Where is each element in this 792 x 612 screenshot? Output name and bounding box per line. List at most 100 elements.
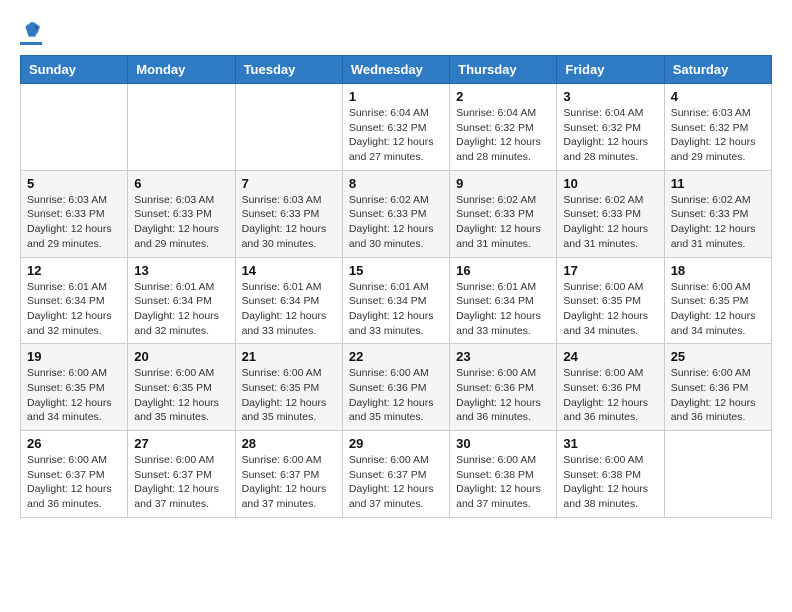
day-info: Sunrise: 6:03 AMSunset: 6:32 PMDaylight:… xyxy=(671,106,765,165)
day-number: 20 xyxy=(134,349,228,364)
header xyxy=(20,20,772,45)
day-info: Sunrise: 6:00 AMSunset: 6:36 PMDaylight:… xyxy=(349,366,443,425)
day-number: 17 xyxy=(563,263,657,278)
day-info: Sunrise: 6:01 AMSunset: 6:34 PMDaylight:… xyxy=(242,280,336,339)
calendar-cell: 30 Sunrise: 6:00 AMSunset: 6:38 PMDayligh… xyxy=(450,431,557,518)
day-info: Sunrise: 6:00 AMSunset: 6:37 PMDaylight:… xyxy=(134,453,228,512)
day-number: 4 xyxy=(671,89,765,104)
day-info: Sunrise: 6:00 AMSunset: 6:36 PMDaylight:… xyxy=(563,366,657,425)
calendar-cell: 4 Sunrise: 6:03 AMSunset: 6:32 PMDaylight… xyxy=(664,84,771,171)
day-info: Sunrise: 6:04 AMSunset: 6:32 PMDaylight:… xyxy=(563,106,657,165)
logo-text xyxy=(20,20,42,40)
day-info: Sunrise: 6:02 AMSunset: 6:33 PMDaylight:… xyxy=(456,193,550,252)
calendar-cell: 26 Sunrise: 6:00 AMSunset: 6:37 PMDayligh… xyxy=(21,431,128,518)
weekday-header-monday: Monday xyxy=(128,56,235,84)
calendar-cell: 10 Sunrise: 6:02 AMSunset: 6:33 PMDayligh… xyxy=(557,170,664,257)
day-number: 10 xyxy=(563,176,657,191)
day-info: Sunrise: 6:00 AMSunset: 6:36 PMDaylight:… xyxy=(456,366,550,425)
calendar-cell: 31 Sunrise: 6:00 AMSunset: 6:38 PMDayligh… xyxy=(557,431,664,518)
day-info: Sunrise: 6:00 AMSunset: 6:35 PMDaylight:… xyxy=(242,366,336,425)
logo xyxy=(20,20,42,45)
day-number: 13 xyxy=(134,263,228,278)
calendar-cell: 24 Sunrise: 6:00 AMSunset: 6:36 PMDayligh… xyxy=(557,344,664,431)
day-number: 1 xyxy=(349,89,443,104)
day-info: Sunrise: 6:00 AMSunset: 6:37 PMDaylight:… xyxy=(27,453,121,512)
day-info: Sunrise: 6:00 AMSunset: 6:35 PMDaylight:… xyxy=(563,280,657,339)
calendar-cell: 12 Sunrise: 6:01 AMSunset: 6:34 PMDayligh… xyxy=(21,257,128,344)
day-info: Sunrise: 6:01 AMSunset: 6:34 PMDaylight:… xyxy=(134,280,228,339)
calendar-table: SundayMondayTuesdayWednesdayThursdayFrid… xyxy=(20,55,772,518)
day-info: Sunrise: 6:00 AMSunset: 6:35 PMDaylight:… xyxy=(671,280,765,339)
calendar-week-row: 5 Sunrise: 6:03 AMSunset: 6:33 PMDaylight… xyxy=(21,170,772,257)
weekday-header-tuesday: Tuesday xyxy=(235,56,342,84)
day-number: 31 xyxy=(563,436,657,451)
weekday-header-friday: Friday xyxy=(557,56,664,84)
day-info: Sunrise: 6:00 AMSunset: 6:35 PMDaylight:… xyxy=(27,366,121,425)
day-number: 12 xyxy=(27,263,121,278)
day-number: 27 xyxy=(134,436,228,451)
calendar-cell: 16 Sunrise: 6:01 AMSunset: 6:34 PMDayligh… xyxy=(450,257,557,344)
calendar-cell: 28 Sunrise: 6:00 AMSunset: 6:37 PMDayligh… xyxy=(235,431,342,518)
day-number: 23 xyxy=(456,349,550,364)
day-number: 14 xyxy=(242,263,336,278)
calendar-cell: 22Sunrise: 6:00 AMSunset: 6:36 PMDayligh… xyxy=(342,344,449,431)
calendar-cell: 2Sunrise: 6:04 AMSunset: 6:32 PMDaylight… xyxy=(450,84,557,171)
day-number: 7 xyxy=(242,176,336,191)
weekday-header-row: SundayMondayTuesdayWednesdayThursdayFrid… xyxy=(21,56,772,84)
day-info: Sunrise: 6:01 AMSunset: 6:34 PMDaylight:… xyxy=(349,280,443,339)
calendar-cell: 9 Sunrise: 6:02 AMSunset: 6:33 PMDaylight… xyxy=(450,170,557,257)
day-number: 18 xyxy=(671,263,765,278)
day-info: Sunrise: 6:00 AMSunset: 6:38 PMDaylight:… xyxy=(563,453,657,512)
day-number: 5 xyxy=(27,176,121,191)
calendar-cell: 18 Sunrise: 6:00 AMSunset: 6:35 PMDayligh… xyxy=(664,257,771,344)
calendar-cell: 6 Sunrise: 6:03 AMSunset: 6:33 PMDaylight… xyxy=(128,170,235,257)
day-number: 11 xyxy=(671,176,765,191)
day-number: 16 xyxy=(456,263,550,278)
calendar-week-row: 26 Sunrise: 6:00 AMSunset: 6:37 PMDayligh… xyxy=(21,431,772,518)
calendar-cell: 21Sunrise: 6:00 AMSunset: 6:35 PMDayligh… xyxy=(235,344,342,431)
weekday-header-thursday: Thursday xyxy=(450,56,557,84)
calendar-cell xyxy=(128,84,235,171)
calendar-cell: 17 Sunrise: 6:00 AMSunset: 6:35 PMDayligh… xyxy=(557,257,664,344)
day-number: 30 xyxy=(456,436,550,451)
calendar-cell: 3Sunrise: 6:04 AMSunset: 6:32 PMDaylight… xyxy=(557,84,664,171)
calendar-cell: 29 Sunrise: 6:00 AMSunset: 6:37 PMDayligh… xyxy=(342,431,449,518)
day-info: Sunrise: 6:00 AMSunset: 6:38 PMDaylight:… xyxy=(456,453,550,512)
calendar-cell xyxy=(664,431,771,518)
calendar-cell: 27 Sunrise: 6:00 AMSunset: 6:37 PMDayligh… xyxy=(128,431,235,518)
day-number: 24 xyxy=(563,349,657,364)
calendar-cell: 20 Sunrise: 6:00 AMSunset: 6:35 PMDayligh… xyxy=(128,344,235,431)
day-info: Sunrise: 6:00 AMSunset: 6:35 PMDaylight:… xyxy=(134,366,228,425)
day-number: 29 xyxy=(349,436,443,451)
day-number: 15 xyxy=(349,263,443,278)
calendar-cell: 19Sunrise: 6:00 AMSunset: 6:35 PMDayligh… xyxy=(21,344,128,431)
day-number: 9 xyxy=(456,176,550,191)
day-info: Sunrise: 6:03 AMSunset: 6:33 PMDaylight:… xyxy=(134,193,228,252)
day-number: 26 xyxy=(27,436,121,451)
day-number: 8 xyxy=(349,176,443,191)
day-info: Sunrise: 6:00 AMSunset: 6:37 PMDaylight:… xyxy=(349,453,443,512)
calendar-cell: 14 Sunrise: 6:01 AMSunset: 6:34 PMDayligh… xyxy=(235,257,342,344)
weekday-header-saturday: Saturday xyxy=(664,56,771,84)
day-number: 6 xyxy=(134,176,228,191)
day-info: Sunrise: 6:00 AMSunset: 6:36 PMDaylight:… xyxy=(671,366,765,425)
calendar-cell: 5 Sunrise: 6:03 AMSunset: 6:33 PMDaylight… xyxy=(21,170,128,257)
calendar-week-row: 1 Sunrise: 6:04 AMSunset: 6:32 PMDaylight… xyxy=(21,84,772,171)
calendar-cell: 15 Sunrise: 6:01 AMSunset: 6:34 PMDayligh… xyxy=(342,257,449,344)
calendar-week-row: 19Sunrise: 6:00 AMSunset: 6:35 PMDayligh… xyxy=(21,344,772,431)
day-info: Sunrise: 6:03 AMSunset: 6:33 PMDaylight:… xyxy=(27,193,121,252)
day-info: Sunrise: 6:03 AMSunset: 6:33 PMDaylight:… xyxy=(242,193,336,252)
day-info: Sunrise: 6:02 AMSunset: 6:33 PMDaylight:… xyxy=(563,193,657,252)
day-info: Sunrise: 6:04 AMSunset: 6:32 PMDaylight:… xyxy=(456,106,550,165)
logo-icon xyxy=(22,20,42,40)
day-info: Sunrise: 6:02 AMSunset: 6:33 PMDaylight:… xyxy=(671,193,765,252)
day-info: Sunrise: 6:01 AMSunset: 6:34 PMDaylight:… xyxy=(27,280,121,339)
day-number: 28 xyxy=(242,436,336,451)
calendar-cell: 11 Sunrise: 6:02 AMSunset: 6:33 PMDayligh… xyxy=(664,170,771,257)
calendar-cell: 13 Sunrise: 6:01 AMSunset: 6:34 PMDayligh… xyxy=(128,257,235,344)
day-info: Sunrise: 6:04 AMSunset: 6:32 PMDaylight:… xyxy=(349,106,443,165)
weekday-header-sunday: Sunday xyxy=(21,56,128,84)
weekday-header-wednesday: Wednesday xyxy=(342,56,449,84)
day-info: Sunrise: 6:00 AMSunset: 6:37 PMDaylight:… xyxy=(242,453,336,512)
day-info: Sunrise: 6:01 AMSunset: 6:34 PMDaylight:… xyxy=(456,280,550,339)
